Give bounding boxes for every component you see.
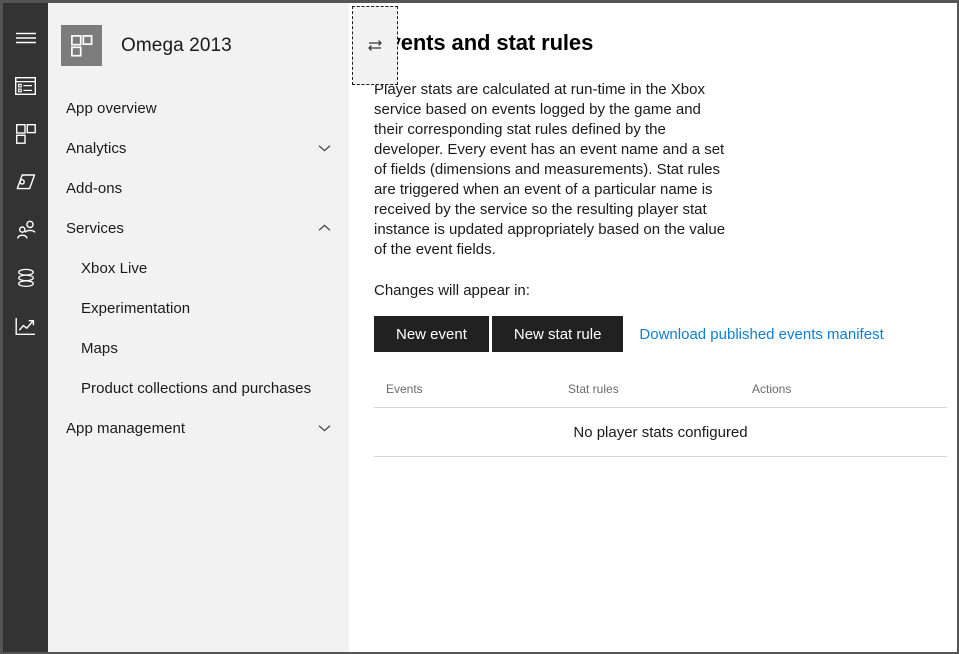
column-header-events: Events: [374, 382, 556, 408]
column-header-actions: Actions: [740, 382, 947, 408]
sidebar-item-label: Product collections and purchases: [81, 379, 312, 397]
chevron-down-icon[interactable]: [318, 144, 331, 152]
tag-icon[interactable]: [3, 158, 48, 206]
stats-table-empty-row: No player stats configured: [374, 407, 947, 457]
sidebar-item-label: Maps: [81, 339, 118, 357]
database-icon[interactable]: [3, 254, 48, 302]
column-header-stat-rules: Stat rules: [556, 382, 740, 408]
sidebar-item-label: App overview: [66, 99, 157, 117]
dashboard-icon[interactable]: [3, 62, 48, 110]
left-icon-rail: [3, 3, 48, 652]
sidebar-item-add-ons[interactable]: Add-ons: [48, 168, 349, 208]
app-title: Omega 2013: [121, 34, 232, 56]
hamburger-icon[interactable]: [3, 14, 48, 62]
sidebar-nav-list: App overview Analytics Add-ons Services Xbox…: [48, 88, 349, 448]
stats-table-body: No player stats configured: [374, 407, 947, 457]
sidebar-item-app-management[interactable]: App management: [48, 408, 349, 448]
sidebar-item-maps[interactable]: Maps: [48, 328, 349, 368]
app-blocks-logo-icon: [61, 25, 102, 66]
sidebar-item-product-collections-and-purchases[interactable]: Product collections and purchases: [48, 368, 349, 408]
sidebar-item-label: Experimentation: [81, 299, 191, 317]
sidebar-item-xbox-live[interactable]: Xbox Live: [48, 248, 349, 288]
sidebar-item-app-overview[interactable]: App overview: [48, 88, 349, 128]
new-event-button[interactable]: New event: [374, 316, 489, 352]
empty-state-message: No player stats configured: [374, 407, 947, 457]
app-window: Omega 2013 App overview Analytics Add-ons S…: [0, 0, 959, 654]
new-stat-rule-button[interactable]: New stat rule: [491, 316, 624, 352]
intro-paragraph: Player stats are calculated at run-time …: [374, 81, 726, 258]
sidebar-item-label: Services: [66, 219, 124, 237]
stats-table-header-row: Events Stat rules Actions: [374, 382, 947, 408]
trending-chart-icon[interactable]: [3, 302, 48, 350]
app-shell: Omega 2013 App overview Analytics Add-ons S…: [3, 3, 957, 652]
blocks-icon[interactable]: [3, 110, 48, 158]
action-bar: New event New stat rule Download publish…: [374, 316, 957, 352]
sidebar-item-label: Xbox Live: [81, 259, 148, 277]
app-header: Omega 2013: [48, 3, 349, 88]
nav-sidebar: Omega 2013 App overview Analytics Add-ons S…: [48, 3, 398, 652]
sidebar-item-services[interactable]: Services: [48, 208, 349, 248]
main-content: Events and stat rules Player stats are c…: [349, 3, 957, 652]
swap-arrows-icon[interactable]: [352, 6, 398, 85]
sidebar-item-analytics[interactable]: Analytics: [48, 128, 349, 168]
changes-note: Changes will appear in:: [374, 282, 530, 299]
sidebar-item-label: Analytics: [66, 139, 127, 157]
sidebar-item-label: Add-ons: [66, 179, 123, 197]
chevron-up-icon[interactable]: [318, 224, 331, 232]
stats-table: Events Stat rules Actions No player stat…: [374, 382, 947, 457]
download-events-manifest-link[interactable]: Download published events manifest: [639, 326, 883, 343]
sidebar-item-experimentation[interactable]: Experimentation: [48, 288, 349, 328]
chevron-down-icon[interactable]: [318, 424, 331, 432]
stats-table-head: Events Stat rules Actions: [374, 382, 947, 408]
sidebar-item-label: App management: [66, 419, 186, 437]
page-title: Events and stat rules: [374, 30, 594, 55]
people-icon[interactable]: [3, 206, 48, 254]
